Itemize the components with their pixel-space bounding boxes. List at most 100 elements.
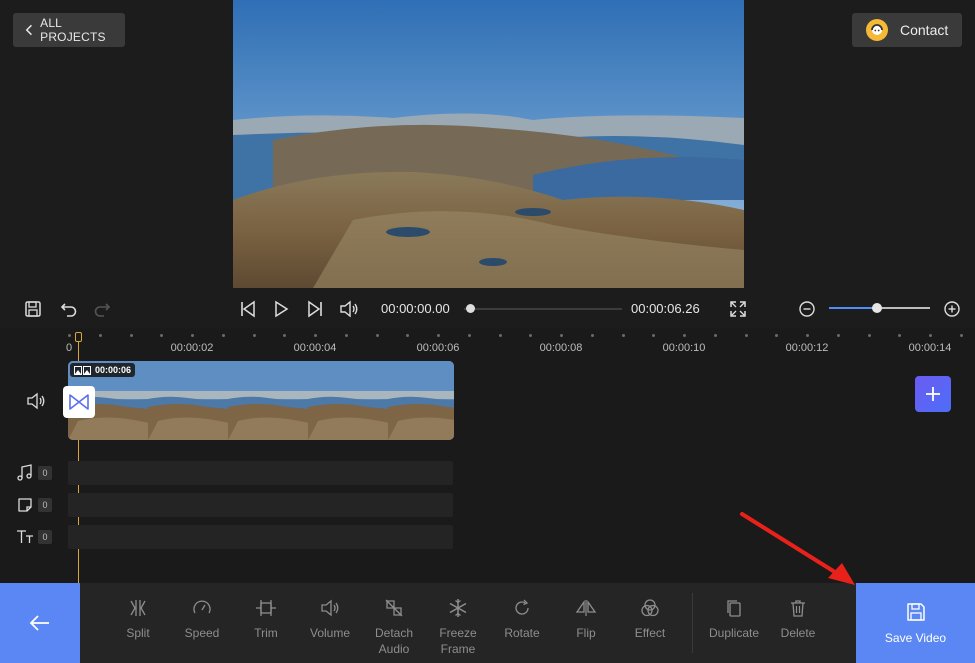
zoom-slider-handle[interactable] [872,303,883,313]
ruler-tick [898,334,902,337]
split-button[interactable]: Split [106,597,170,641]
transition-icon [69,394,89,410]
skip-end-icon[interactable] [304,298,326,320]
undo-icon[interactable] [58,298,80,320]
sticker-icon [16,496,34,514]
volume-tool-icon [319,597,341,619]
text-track[interactable] [68,525,453,549]
video-editor: { "header": { "back_label": "ALL PROJECT… [0,0,975,663]
total-time: 00:00:06.26 [631,301,700,316]
zoom-slider-fill [829,307,878,309]
all-projects-button[interactable]: ALL PROJECTS [13,13,125,47]
ruler-tick [221,334,225,337]
ruler-tick [836,334,840,337]
trim-button[interactable]: Trim [234,597,298,641]
speed-label: Speed [184,626,220,640]
ruler-label: 00:00:04 [293,342,337,354]
save-video-label: Save Video [884,631,947,645]
video-clip[interactable]: 00:00:06 [68,361,454,440]
ruler-tick [467,334,471,337]
speed-button[interactable]: Speed [170,597,234,641]
image-icon [74,365,91,375]
rotate-icon [511,597,533,619]
delete-label: Delete [780,626,816,640]
ruler-tick [806,334,809,337]
clip-thumbnail [148,361,229,440]
ruler-label: 00:00:08 [539,342,583,354]
all-projects-label: ALL PROJECTS [40,16,106,44]
ruler-tick [252,334,256,337]
detach-audio-button[interactable]: Detach Audio [362,597,426,657]
music-note-icon [16,464,34,482]
sticker-track[interactable] [68,493,453,517]
flip-label: Flip [576,626,596,640]
ruler-label: 00:00:06 [416,342,460,354]
video-preview [233,0,744,288]
support-avatar-icon [866,19,888,41]
track-volume-icon[interactable] [24,391,48,411]
freeze-frame-label: Freeze Frame [439,626,477,656]
ruler-label: 0 [66,342,73,354]
music-track-count: 0 [38,466,52,480]
ruler-label: 00:00:10 [662,342,706,354]
save-project-icon[interactable] [22,298,44,320]
clip-duration: 00:00:06 [95,365,132,375]
effect-icon [639,597,661,619]
sticker-track-count: 0 [38,498,52,512]
ruler-tick [98,334,102,337]
ruler-tick [437,334,440,337]
arrow-left-icon [29,615,49,631]
effect-button[interactable]: Effect [618,597,682,641]
ruler-tick [683,334,686,337]
save-icon [906,603,925,621]
contact-label: Contact [900,22,949,38]
speed-icon [191,597,213,619]
contact-button[interactable]: Contact [852,13,962,47]
ruler-tick [744,334,748,337]
trim-label: Trim [254,626,278,640]
volume-label: Volume [309,626,351,640]
zoom-in-icon[interactable] [941,298,963,320]
duplicate-button[interactable]: Duplicate [702,597,766,641]
transition-button[interactable] [63,386,95,418]
add-media-button[interactable] [915,376,951,412]
ruler-tick [590,334,594,337]
trim-icon [255,597,277,619]
clip-duration-badge: 00:00:06 [70,363,136,377]
ruler-tick [344,334,348,337]
player-controls: 00:00:00.00 00:00:06.26 [0,290,975,328]
seek-bar[interactable] [464,308,622,310]
ruler-tick [498,334,502,337]
delete-button[interactable]: Delete [766,597,830,641]
play-icon[interactable] [270,298,292,320]
toolbar-divider [692,593,693,653]
ruler-label: 00:00:14 [908,342,952,354]
volume-icon[interactable] [338,298,360,320]
skip-start-icon[interactable] [237,298,259,320]
duplicate-label: Duplicate [708,626,760,640]
freeze-frame-button[interactable]: Freeze Frame [426,597,490,657]
ruler-label: 00:00:02 [170,342,214,354]
volume-button[interactable]: Volume [298,597,362,641]
ruler-tick [283,334,287,337]
detach-audio-label: Detach Audio [374,626,414,656]
save-video-button[interactable]: Save Video [856,583,975,663]
flip-button[interactable]: Flip [554,597,618,641]
zoom-out-icon[interactable] [796,298,818,320]
fullscreen-icon[interactable] [727,298,749,320]
edit-toolbar: Split Speed Trim Volume Detach Audio Fre… [0,583,975,663]
rotate-button[interactable]: Rotate [490,597,554,641]
back-button[interactable] [0,583,80,663]
ruler-tick [129,334,133,337]
seek-handle[interactable] [466,304,475,313]
ruler-tick [775,334,779,337]
chevron-left-icon [25,24,32,36]
playhead-handle[interactable] [75,332,82,342]
redo-icon[interactable] [91,298,113,320]
effect-label: Effect [634,626,666,640]
music-track[interactable] [68,461,453,485]
text-track-count: 0 [38,530,52,544]
split-icon [127,597,149,619]
preview-landscape-image [233,0,744,288]
ruler-tick [929,334,932,337]
